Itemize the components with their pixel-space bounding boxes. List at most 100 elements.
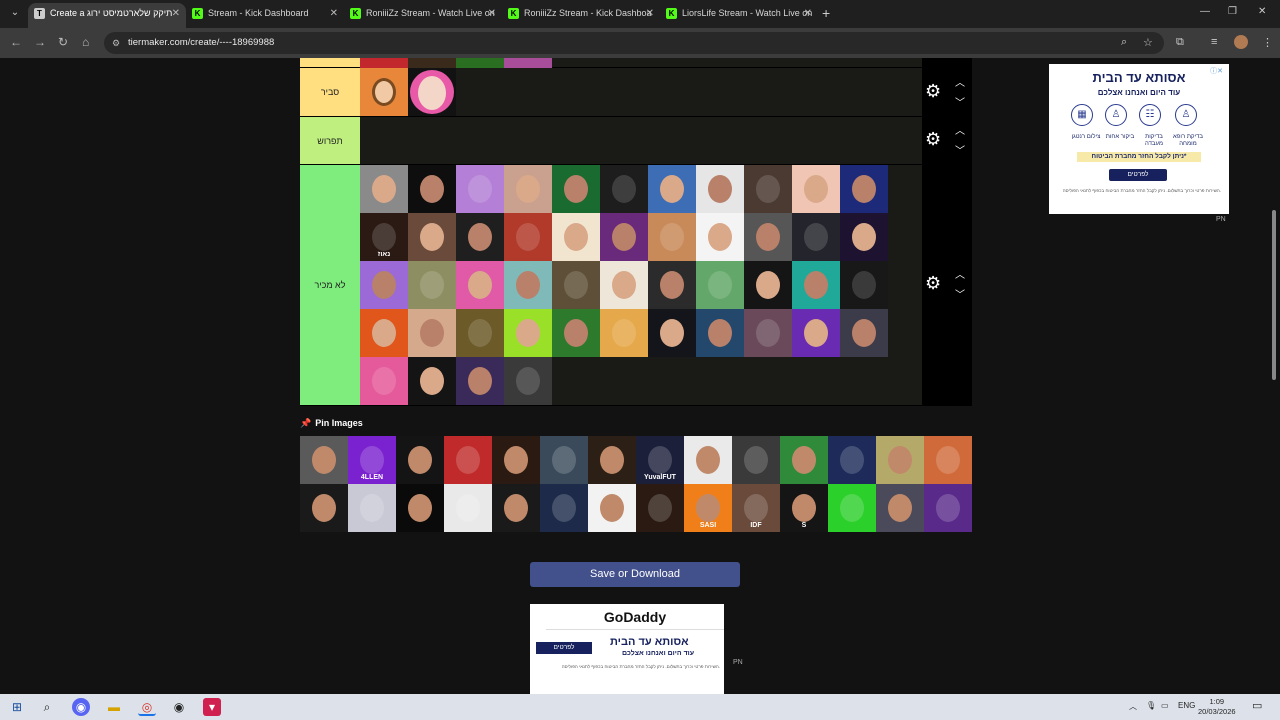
pin-image[interactable] <box>492 484 540 532</box>
pin-image[interactable] <box>828 436 876 484</box>
tier-image[interactable] <box>744 213 792 261</box>
tab-roniiizz-dashboard[interactable]: K RoniiiZz Stream - Kick Dashboa ✕ <box>502 3 660 28</box>
tier-image[interactable] <box>552 213 600 261</box>
tier-image[interactable] <box>552 309 600 357</box>
profile-avatar[interactable] <box>1234 35 1248 49</box>
tier-image[interactable] <box>456 309 504 357</box>
tier-image[interactable] <box>840 165 888 213</box>
tab-tiermaker[interactable]: T Create a תיקק שלארטמיסט ירוג ✕ <box>28 3 186 28</box>
gear-icon[interactable]: ⚙ <box>925 273 941 294</box>
pin-image[interactable] <box>348 484 396 532</box>
pin-image[interactable] <box>876 436 924 484</box>
chevron-up-icon[interactable]: ︿ <box>955 74 965 89</box>
close-icon[interactable]: ✕ <box>804 3 812 24</box>
search-icon[interactable]: ⌕ <box>38 698 56 716</box>
chrome-icon[interactable]: ◎ <box>138 698 156 716</box>
tier-image[interactable] <box>648 309 696 357</box>
microphone-icon[interactable]: 🎙 <box>1146 701 1156 710</box>
tier-image[interactable] <box>408 58 456 68</box>
chevron-down-icon[interactable]: ﹀ <box>955 286 965 301</box>
notifications-icon[interactable]: ▭ <box>1252 699 1262 712</box>
tier-image[interactable] <box>744 309 792 357</box>
tier-image[interactable] <box>840 309 888 357</box>
pin-image[interactable] <box>444 436 492 484</box>
ad-details-button[interactable]: לפרטים <box>1109 169 1167 181</box>
tier-image[interactable] <box>696 165 744 213</box>
pin-image[interactable] <box>540 484 588 532</box>
tier-image[interactable] <box>600 309 648 357</box>
pin-image[interactable] <box>444 484 492 532</box>
tier-image[interactable] <box>504 261 552 309</box>
close-window-icon[interactable]: ✕ <box>1258 6 1266 17</box>
url-input[interactable]: tiermaker.com/create/----18969988 <box>104 32 1164 54</box>
tier-label[interactable] <box>300 58 360 67</box>
tier-image[interactable] <box>456 58 504 68</box>
tier-image[interactable] <box>792 261 840 309</box>
reload-icon[interactable]: ↻ <box>58 35 68 49</box>
forward-icon[interactable]: → <box>34 35 46 49</box>
pin-image[interactable] <box>828 484 876 532</box>
pin-image[interactable] <box>396 436 444 484</box>
gear-icon[interactable]: ⚙ <box>925 81 941 102</box>
tier-image[interactable] <box>456 165 504 213</box>
pin-image[interactable] <box>684 436 732 484</box>
chevron-down-icon[interactable]: ﹀ <box>955 142 965 157</box>
tier-image[interactable] <box>552 261 600 309</box>
tier-image[interactable] <box>408 261 456 309</box>
tab-liorslife-live[interactable]: K LiorsLife Stream - Watch Live on ✕ <box>660 3 818 28</box>
tab-kick-dashboard[interactable]: K Stream - Kick Dashboard ✕ <box>186 3 344 28</box>
close-icon[interactable]: ✕ <box>646 3 654 24</box>
pushpin-icon[interactable]: 📌 <box>300 418 311 428</box>
tier-image[interactable] <box>696 213 744 261</box>
chevron-down-icon[interactable]: ﹀ <box>955 94 965 109</box>
close-icon[interactable]: ✕ <box>330 3 338 24</box>
tier-image[interactable] <box>456 213 504 261</box>
system-clock[interactable]: 1:09 20/03/2026 <box>1198 697 1236 717</box>
tier-image[interactable]: נאוז <box>360 213 408 261</box>
tier-image[interactable] <box>360 261 408 309</box>
pin-image[interactable] <box>396 484 444 532</box>
pin-image[interactable]: S <box>780 484 828 532</box>
pin-image[interactable] <box>588 484 636 532</box>
pin-image[interactable]: YuvalFUT <box>636 436 684 484</box>
tier-image[interactable] <box>504 213 552 261</box>
pin-image[interactable] <box>924 436 972 484</box>
tier-image[interactable] <box>360 357 408 405</box>
language-indicator[interactable]: ENG <box>1178 701 1195 710</box>
network-icon[interactable]: ▭ <box>1161 701 1169 710</box>
advertisement-top[interactable]: ⓘ✕ אסותא עד הבית עוד היום ואנחנו אצלכם ▦… <box>1049 64 1229 214</box>
tier-image[interactable] <box>648 261 696 309</box>
obs-icon[interactable]: ◉ <box>170 698 188 716</box>
tab-search-icon[interactable]: ⌄ <box>6 4 24 22</box>
pin-image[interactable] <box>636 484 684 532</box>
new-tab-button[interactable]: + <box>822 5 830 21</box>
pin-image[interactable] <box>492 436 540 484</box>
tier-image[interactable] <box>744 261 792 309</box>
pin-image[interactable] <box>924 484 972 532</box>
windows-start-icon[interactable]: ⊞ <box>8 698 26 716</box>
minimize-icon[interactable]: — <box>1200 6 1210 17</box>
tier-image[interactable] <box>744 165 792 213</box>
close-icon[interactable]: ✕ <box>172 3 180 24</box>
tier-image[interactable] <box>408 68 456 116</box>
discord-icon[interactable]: ◉ <box>72 698 90 716</box>
ad-details-button[interactable]: לפרטים <box>536 642 592 654</box>
pin-image[interactable] <box>876 484 924 532</box>
pin-image[interactable]: 4LLEN <box>348 436 396 484</box>
tier-image[interactable] <box>552 165 600 213</box>
page-scrollbar[interactable] <box>1272 210 1276 380</box>
tier-image[interactable] <box>456 261 504 309</box>
tier-image[interactable] <box>696 261 744 309</box>
tier-image[interactable] <box>408 357 456 405</box>
pin-image[interactable]: SASI <box>684 484 732 532</box>
tier-image[interactable] <box>648 213 696 261</box>
tier-image[interactable] <box>504 309 552 357</box>
file-explorer-icon[interactable]: ▬ <box>105 698 123 716</box>
pin-image[interactable]: IDF <box>732 484 780 532</box>
pin-image[interactable] <box>732 436 780 484</box>
tier-image[interactable] <box>696 309 744 357</box>
chevron-up-icon[interactable]: ︿ <box>955 266 965 281</box>
tier-image[interactable] <box>408 213 456 261</box>
tier-image[interactable] <box>600 165 648 213</box>
tier-image[interactable] <box>504 165 552 213</box>
